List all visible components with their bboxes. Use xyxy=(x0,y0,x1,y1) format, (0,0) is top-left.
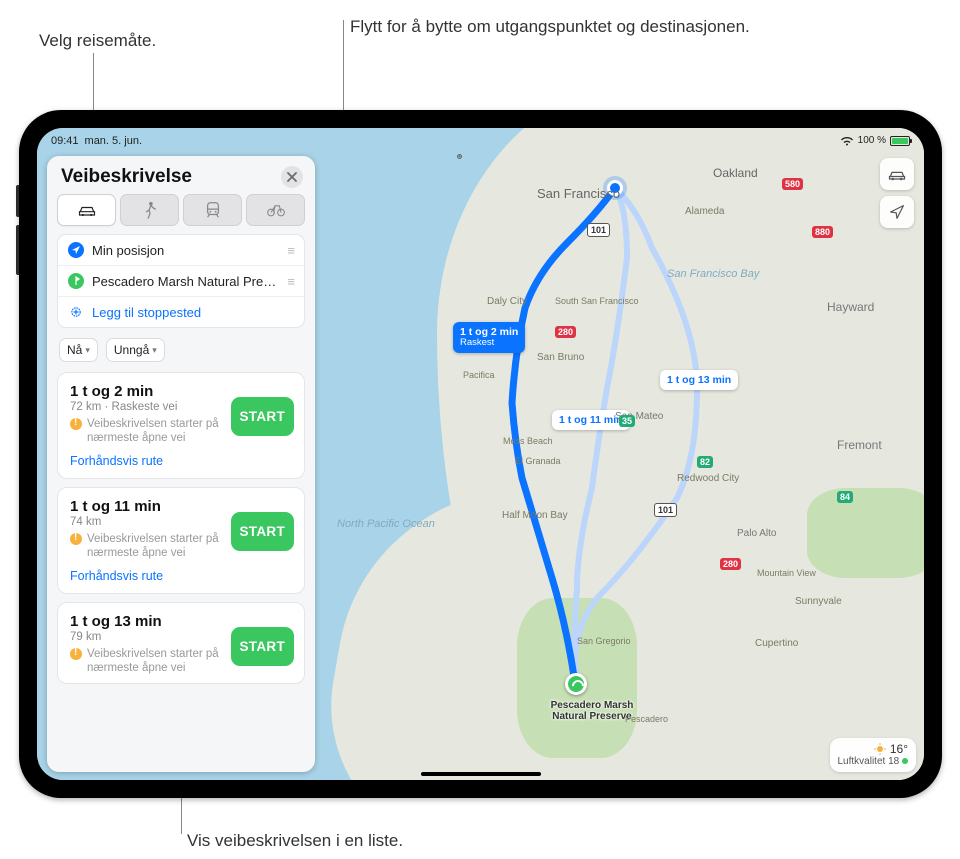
mode-cycle[interactable] xyxy=(246,194,305,226)
map-mode-button[interactable] xyxy=(880,158,914,190)
aq-dot-icon xyxy=(902,758,908,764)
route-badge-primary[interactable]: 1 t og 2 min Raskest xyxy=(453,322,525,353)
avoid-options-picker[interactable]: Unngå ▾ xyxy=(106,338,165,362)
start-button[interactable]: START xyxy=(231,627,295,666)
route-badge-alt2[interactable]: 1 t og 13 min xyxy=(660,370,738,390)
travel-mode-selector xyxy=(47,194,315,234)
hwy-101: 101 xyxy=(587,223,610,237)
hwy-880: 880 xyxy=(812,226,833,238)
start-button[interactable]: START xyxy=(231,397,295,436)
leave-time-label: Nå xyxy=(67,343,82,357)
sun-icon xyxy=(874,743,886,755)
status-time: 09:41 xyxy=(51,135,79,147)
screen: 09:41 man. 5. jun. 100 % xyxy=(37,128,924,780)
destination-pin[interactable] xyxy=(565,673,587,695)
chevron-down-icon: ▾ xyxy=(85,345,90,356)
car-3d-icon xyxy=(880,158,914,190)
weather-temp: 16° xyxy=(890,742,908,756)
ipad-frame: 09:41 man. 5. jun. 100 % xyxy=(19,110,942,798)
route-badge-alt1[interactable]: 1 t og 11 min xyxy=(552,410,630,430)
mode-walk[interactable] xyxy=(120,194,179,226)
chevron-down-icon: ▾ xyxy=(152,345,157,356)
locate-me-button[interactable] xyxy=(880,196,914,228)
stops-list: Min posisjon ≡ Pescadero Marsh Natural P… xyxy=(57,234,305,328)
hwy-35: 35 xyxy=(619,415,635,427)
battery-icon xyxy=(890,136,910,146)
status-bar: 09:41 man. 5. jun. 100 % xyxy=(37,128,924,150)
route-warning: Veibeskrivelsen starter på nærmeste åpne… xyxy=(70,417,235,446)
route-warning-text: Veibeskrivelsen starter på nærmeste åpne… xyxy=(87,647,235,676)
warning-icon xyxy=(70,648,82,660)
close-button[interactable] xyxy=(281,166,303,188)
stop-origin-label: Min posisjon xyxy=(92,243,279,258)
transit-icon xyxy=(203,201,223,219)
route-result-2[interactable]: 1 t og 13 min 79 km Veibeskrivelsen star… xyxy=(57,602,305,685)
warning-icon xyxy=(70,418,82,430)
hwy-280: 280 xyxy=(555,326,576,338)
hwy-280: 280 xyxy=(720,558,741,570)
hwy-580: 580 xyxy=(782,178,803,190)
destination-label: Pescadero MarshNatural Preserve xyxy=(532,700,652,722)
origin-pin[interactable] xyxy=(607,180,623,196)
stop-origin[interactable]: Min posisjon ≡ xyxy=(58,235,304,266)
start-button[interactable]: START xyxy=(231,512,295,551)
route-warning: Veibeskrivelsen starter på nærmeste åpne… xyxy=(70,532,235,561)
mode-drive[interactable] xyxy=(57,194,116,226)
preview-route-link[interactable]: Forhåndsvis rute xyxy=(70,569,163,583)
route-warning-text: Veibeskrivelsen starter på nærmeste åpne… xyxy=(87,417,235,446)
callout-list-view: Vis veibeskrivelsen i en liste. xyxy=(187,830,403,852)
car-icon xyxy=(77,201,97,219)
stop-destination-label: Pescadero Marsh Natural Pres… xyxy=(92,274,279,289)
route-badge-sub: Raskest xyxy=(460,338,518,349)
hwy-82: 82 xyxy=(697,456,713,468)
add-stop-button[interactable]: Legg til stoppested xyxy=(58,297,304,327)
mode-transit[interactable] xyxy=(183,194,242,226)
wifi-icon xyxy=(840,136,854,146)
preview-route-link[interactable]: Forhåndsvis rute xyxy=(70,454,163,468)
plus-circle-icon xyxy=(68,304,84,320)
hwy-101: 101 xyxy=(654,503,677,517)
air-quality-label: Luftkvalitet 18 xyxy=(838,756,900,767)
card-title: Veibeskrivelse xyxy=(61,166,192,188)
route-result-1[interactable]: 1 t og 11 min 74 km Veibeskrivelsen star… xyxy=(57,487,305,594)
hwy-84: 84 xyxy=(837,491,853,503)
destination-dot-icon xyxy=(68,273,84,289)
directions-card: Veibeskrivelse xyxy=(47,156,315,772)
avoid-label: Unngå xyxy=(114,343,149,357)
status-date: man. 5. jun. xyxy=(85,135,142,147)
warning-icon xyxy=(70,533,82,545)
bike-icon xyxy=(266,201,286,219)
route-result-0[interactable]: 1 t og 2 min 72 km · Raskeste vei Veibes… xyxy=(57,372,305,479)
route-warning-text: Veibeskrivelsen starter på nærmeste åpne… xyxy=(87,532,235,561)
home-indicator[interactable] xyxy=(421,772,541,776)
callout-travel-mode: Velg reisemåte. xyxy=(39,30,156,52)
drag-handle-icon[interactable]: ≡ xyxy=(287,243,296,258)
leave-time-picker[interactable]: Nå ▾ xyxy=(59,338,98,362)
location-arrow-icon xyxy=(880,196,914,228)
route-results[interactable]: 1 t og 2 min 72 km · Raskeste vei Veibes… xyxy=(47,372,315,772)
location-dot-icon xyxy=(68,242,84,258)
route-warning: Veibeskrivelsen starter på nærmeste åpne… xyxy=(70,647,235,676)
drag-handle-icon[interactable]: ≡ xyxy=(287,274,296,289)
callout-swap: Flytt for å bytte om utgangspunktet og d… xyxy=(350,16,750,38)
map-menu-icon[interactable]: • xyxy=(457,154,462,159)
add-stop-label: Legg til stoppested xyxy=(92,305,296,320)
walk-icon xyxy=(140,201,160,219)
weather-widget[interactable]: 16° Luftkvalitet 18 xyxy=(830,738,917,772)
close-icon xyxy=(287,172,297,182)
stop-destination[interactable]: Pescadero Marsh Natural Pres… ≡ xyxy=(58,266,304,297)
